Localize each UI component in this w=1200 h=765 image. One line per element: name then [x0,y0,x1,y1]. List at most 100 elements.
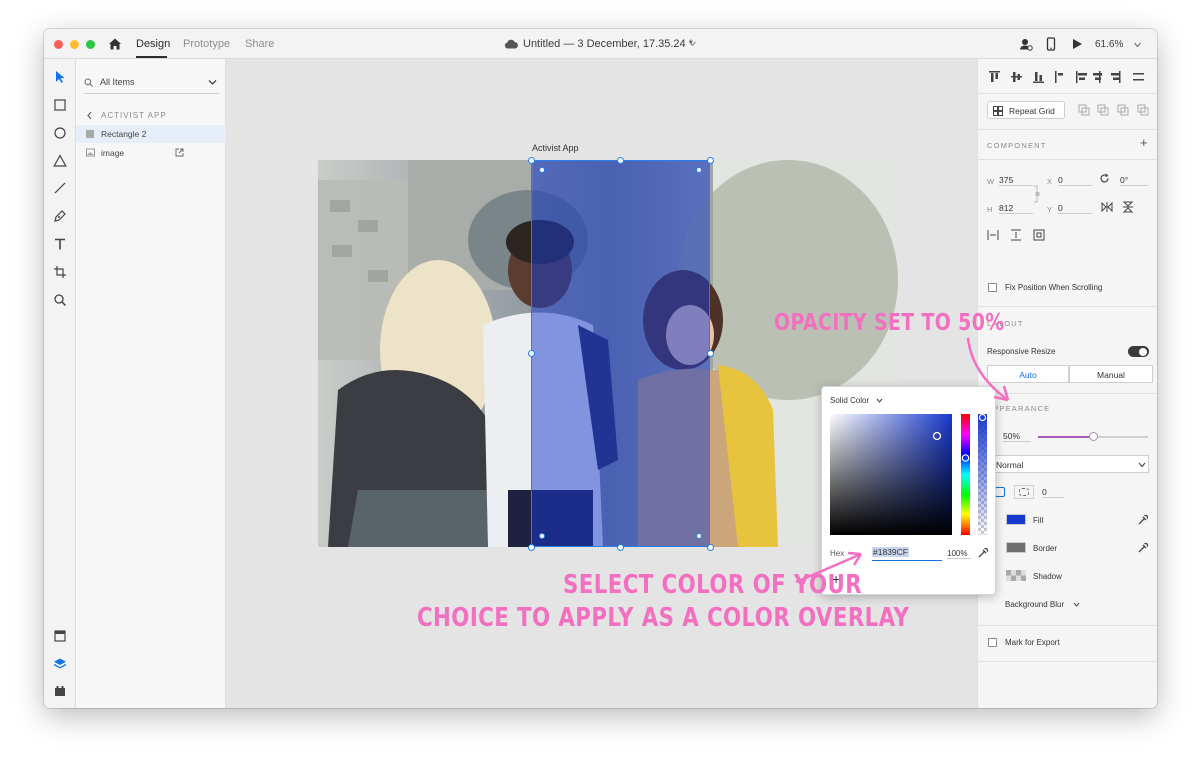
color-annotation-line2: CHOICE TO APPLY AS A COLOR OVERLAY [417,603,910,633]
layer-item-rectangle-2[interactable]: Rectangle 2 [76,125,226,143]
tab-share[interactable]: Share [245,38,274,50]
mark-export-checkbox[interactable] [988,638,997,647]
line-tool-icon[interactable] [53,181,67,195]
breadcrumb[interactable]: ACTIVIST APP [101,111,167,120]
layer-filter[interactable]: All Items [84,72,219,94]
plugins-panel-icon[interactable] [53,684,67,698]
resize-handle[interactable] [528,157,535,164]
alpha-input[interactable]: 100% [947,549,971,559]
opacity-slider-handle[interactable] [1089,432,1098,441]
selection-outline [531,160,710,547]
play-icon[interactable] [1070,37,1084,51]
ellipse-tool-icon[interactable] [53,126,67,140]
opacity-slider-track[interactable] [1038,432,1148,441]
title-bar: Design Prototype Share Untitled — 3 Dece… [44,29,1157,59]
resize-handle[interactable] [707,350,714,357]
opacity-slider-fill [1038,436,1093,438]
x-field[interactable]: 0 [1058,175,1092,186]
width-field[interactable]: 375 [999,175,1033,186]
hex-input[interactable]: #1839CF [872,547,942,561]
search-icon [84,78,93,87]
hue-slider[interactable] [961,414,970,535]
opacity-field[interactable]: 50% [1003,431,1031,442]
height-field[interactable]: 812 [999,203,1033,214]
boolean-ops-icons[interactable] [1078,104,1150,116]
zoom-level[interactable]: 61.6% [1095,39,1123,50]
flip-horizontal-icon[interactable] [1101,202,1113,212]
chevron-down-icon[interactable] [689,41,696,47]
individual-corners-button[interactable] [1014,485,1034,499]
blend-mode-value: Normal [996,460,1024,470]
opacity-annotation: OPACITY SET TO 50% [774,310,1005,336]
artboard-tool-icon[interactable] [53,265,67,279]
hex-value: #1839CF [872,547,909,557]
zoom-tool-icon[interactable] [53,293,67,307]
border-swatch[interactable] [1006,542,1026,553]
layers-panel-icon[interactable] [53,657,67,671]
uniform-corner-icon[interactable] [995,487,1005,497]
resize-handle[interactable] [707,157,714,164]
color-mode-label[interactable]: Solid Color [830,396,869,405]
home-icon[interactable] [108,37,122,51]
corner-radius-handle[interactable] [539,533,545,539]
resize-handle[interactable] [528,544,535,551]
zoom-chevron-icon[interactable] [1134,42,1141,48]
y-field[interactable]: 0 [1058,203,1092,214]
maximize-window-button[interactable] [86,40,95,49]
flip-vertical-icon[interactable] [1123,201,1133,213]
corner-radius-handle[interactable] [696,533,702,539]
fill-label: Fill [1033,516,1044,525]
alpha-slider[interactable] [978,414,987,535]
shadow-swatch[interactable] [1006,570,1026,581]
cloud-icon [504,39,518,49]
tab-prototype[interactable]: Prototype [183,38,230,50]
y-label: Y [1047,205,1053,214]
chevron-down-icon[interactable] [208,79,217,86]
rotation-field[interactable]: 0° [1120,175,1148,186]
chevron-down-icon[interactable] [1073,602,1080,607]
responsive-resize-toggle[interactable] [1128,346,1149,357]
layer-item-image[interactable]: image [76,144,226,162]
resize-handle[interactable] [617,157,624,164]
assets-panel-icon[interactable] [53,629,67,643]
chevron-left-icon[interactable] [86,111,93,120]
corner-radius-handle[interactable] [696,167,702,173]
tools-bar [44,59,76,708]
fill-swatch[interactable] [1006,514,1026,525]
fix-position-checkbox[interactable] [988,283,997,292]
external-link-icon[interactable] [175,148,184,157]
artboard-label[interactable]: Activist App [532,143,579,153]
align-toolbar-icons[interactable] [989,71,1149,83]
text-tool-icon[interactable] [53,237,67,251]
polygon-tool-icon[interactable] [53,154,67,168]
device-preview-icon[interactable] [1044,37,1058,51]
select-tool-icon[interactable] [53,70,67,84]
eyedropper-icon[interactable] [978,547,988,558]
repeat-grid-button[interactable]: Repeat Grid [987,101,1065,119]
lock-aspect-icon[interactable] [1033,185,1041,203]
rectangle-tool-icon[interactable] [53,98,67,112]
corner-radius-field[interactable]: 0 [1042,487,1064,498]
chevron-down-icon[interactable] [876,398,883,403]
chevron-down-icon [1138,462,1146,468]
eyedropper-icon[interactable] [1138,542,1148,553]
eyedropper-icon[interactable] [1138,514,1148,525]
tab-design[interactable]: Design [136,38,170,50]
color-annotation-arrow [795,551,863,584]
resize-handle[interactable] [707,544,714,551]
blend-mode-select[interactable]: Normal [987,455,1149,473]
saturation-brightness-field[interactable] [830,414,952,535]
user-share-icon[interactable] [1019,37,1033,51]
resize-handle[interactable] [528,350,535,357]
document-title[interactable]: Untitled — 3 December, 17.35.24 * [523,38,693,50]
add-component-icon[interactable]: + [1140,135,1148,150]
resize-handle[interactable] [617,544,624,551]
minimize-window-button[interactable] [70,40,79,49]
pen-tool-icon[interactable] [53,209,67,223]
shadow-label: Shadow [1033,572,1062,581]
close-window-button[interactable] [54,40,63,49]
resize-manual-button[interactable]: Manual [1069,365,1153,383]
background-blur-label: Background Blur [1005,600,1065,609]
distribute-icons[interactable] [987,229,1047,241]
corner-radius-handle[interactable] [539,167,545,173]
